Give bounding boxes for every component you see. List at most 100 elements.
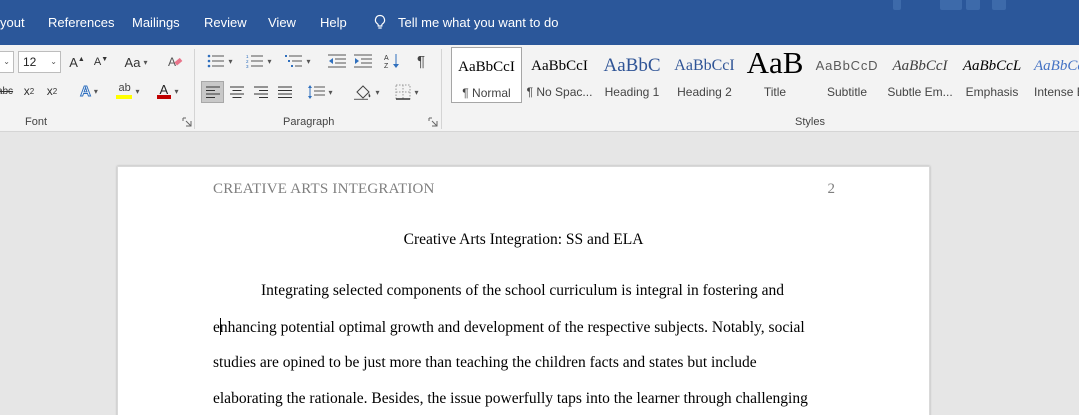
ribbon: ⌄ 12 ⌄ A▲ A▼ Aa▾ A abc x2 x2 A▾ ab ▾ A — [0, 45, 1079, 132]
multilevel-list-button[interactable]: ▾ — [281, 51, 315, 71]
style-title[interactable]: AaB Title — [742, 47, 808, 103]
strikethrough-icon: abc — [0, 85, 14, 97]
shrink-font-icon: A — [93, 56, 102, 68]
down-arrow-icon: ▼ — [101, 55, 109, 63]
style-sample: AaBbCcI — [1034, 58, 1079, 74]
numbering-button[interactable]: 1 2 3 ▾ — [242, 51, 276, 71]
bullets-icon — [208, 54, 225, 68]
lightbulb-icon — [374, 14, 386, 29]
decrease-indent-button[interactable] — [326, 51, 348, 71]
increase-indent-button[interactable] — [352, 51, 374, 71]
group-separator — [194, 49, 195, 129]
clear-formatting-button[interactable]: A — [165, 52, 185, 72]
highlight-color-button[interactable]: ab ▾ — [111, 81, 145, 101]
align-left-icon — [205, 86, 220, 98]
style-name: Emphasis — [965, 85, 1019, 99]
body-line: enhancing potential optimal growth and d… — [213, 318, 805, 337]
font-name-combo[interactable]: ⌄ — [0, 51, 14, 73]
body-line: studies are opined to be just more than … — [213, 354, 757, 371]
style-normal[interactable]: AaBbCcI ¶ Normal — [451, 47, 522, 103]
align-right-button[interactable] — [250, 81, 272, 103]
svg-text:Z: Z — [384, 63, 389, 69]
window-control-hint — [940, 0, 962, 10]
sort-button[interactable]: A Z — [381, 51, 403, 71]
multilevel-list-icon — [285, 55, 303, 67]
style-sample: AaBbCcI — [531, 58, 588, 74]
shading-button[interactable]: ▾ — [349, 81, 385, 103]
style-name: Subtle Em... — [887, 85, 953, 99]
superscript-button[interactable]: x2 — [42, 81, 62, 101]
tab-mailings[interactable]: Mailings — [132, 15, 180, 30]
pilcrow-icon: ¶ — [416, 52, 426, 70]
body-line: elaborating the rationale. Besides, the … — [213, 390, 808, 407]
document-canvas: CREATIVE ARTS INTEGRATION 2 Creative Art… — [0, 132, 1079, 415]
style-name: Title — [763, 85, 787, 99]
subscript-button[interactable]: x2 — [19, 81, 39, 101]
style-intense-emphasis[interactable]: AaBbCcI Intense E — [1030, 47, 1079, 103]
tab-help[interactable]: Help — [320, 15, 347, 30]
group-separator — [441, 49, 442, 129]
style-sample: AaBbCcI — [458, 59, 515, 75]
justify-button[interactable] — [274, 81, 296, 103]
tell-me-label: Tell me what you want to do — [398, 14, 559, 30]
style-sample: AaBbCcL — [962, 58, 1022, 74]
tell-me-search[interactable]: Tell me what you want to do — [372, 14, 558, 30]
borders-button[interactable]: ▾ — [390, 81, 424, 103]
up-arrow-icon: ▲ — [77, 55, 85, 63]
align-left-button[interactable] — [201, 81, 224, 103]
line-spacing-button[interactable]: ▾ — [303, 81, 337, 103]
align-center-button[interactable] — [226, 81, 248, 103]
menu-bar: yout References Mailings Review View Hel… — [0, 0, 1079, 45]
increase-indent-icon — [354, 54, 372, 68]
text-effects-button[interactable]: A ▾ — [73, 81, 105, 101]
tab-view[interactable]: View — [268, 15, 296, 30]
paragraph-dialog-launcher-icon[interactable] — [428, 117, 438, 127]
style-emphasis[interactable]: AaBbCcL Emphasis — [957, 47, 1027, 103]
style-no-spacing[interactable]: AaBbCcI ¶ No Spac... — [524, 47, 595, 103]
style-subtle-emphasis[interactable]: AaBbCcI Subtle Em... — [884, 47, 956, 103]
tab-review[interactable]: Review — [204, 15, 247, 30]
change-case-icon: Aa — [124, 54, 141, 70]
svg-text:3: 3 — [246, 64, 249, 68]
running-head: CREATIVE ARTS INTEGRATION — [213, 181, 435, 197]
window-control-hint — [966, 0, 980, 10]
tab-layout[interactable]: yout — [0, 15, 25, 30]
font-dialog-launcher-icon[interactable] — [182, 117, 192, 127]
font-color-icon: A — [157, 82, 172, 100]
numbering-icon: 1 2 3 — [246, 54, 264, 68]
styles-group-label: Styles — [795, 116, 825, 128]
superscript-mark: 2 — [52, 86, 58, 96]
justify-icon — [278, 86, 292, 98]
style-heading-1[interactable]: AaBbC Heading 1 — [597, 47, 667, 103]
font-size-value: 12 — [23, 55, 37, 69]
sort-icon: A Z — [384, 54, 399, 69]
style-name: Heading 1 — [604, 85, 660, 99]
font-size-combo[interactable]: 12 ⌄ — [18, 51, 61, 73]
font-color-button[interactable]: A ▾ — [151, 81, 185, 101]
document-title: Creative Arts Integration: SS and ELA — [403, 231, 644, 248]
tab-references[interactable]: References — [48, 15, 114, 30]
chevron-down-icon: ▾ — [135, 86, 140, 96]
shrink-font-button[interactable]: A ▼ — [91, 53, 111, 71]
grow-font-icon: A — [69, 54, 78, 70]
line-prefix: e — [213, 319, 220, 336]
show-formatting-button[interactable]: ¶ — [411, 51, 431, 71]
style-name: ¶ No Spac... — [526, 85, 593, 99]
document-page[interactable]: CREATIVE ARTS INTEGRATION 2 Creative Art… — [117, 166, 930, 415]
bullets-button[interactable]: ▾ — [203, 51, 237, 71]
align-right-icon — [254, 86, 268, 98]
style-sample: AaBbCcI — [674, 57, 735, 74]
align-center-icon — [230, 86, 244, 98]
style-subtitle[interactable]: AaBbCcD Subtitle — [812, 47, 882, 103]
style-name: Heading 2 — [677, 85, 732, 99]
highlight-swatch — [116, 95, 133, 99]
strikethrough-button[interactable]: abc — [0, 81, 16, 101]
grow-font-button[interactable]: A ▲ — [67, 53, 87, 71]
window-control-hint — [992, 0, 1006, 10]
chevron-down-icon: ▾ — [267, 56, 272, 66]
font-color-swatch — [157, 95, 172, 99]
style-heading-2[interactable]: AaBbCcI Heading 2 — [669, 47, 740, 103]
change-case-button[interactable]: Aa ▾ — [120, 53, 152, 71]
decrease-indent-icon — [328, 54, 346, 68]
chevron-down-icon: ▾ — [228, 56, 233, 66]
